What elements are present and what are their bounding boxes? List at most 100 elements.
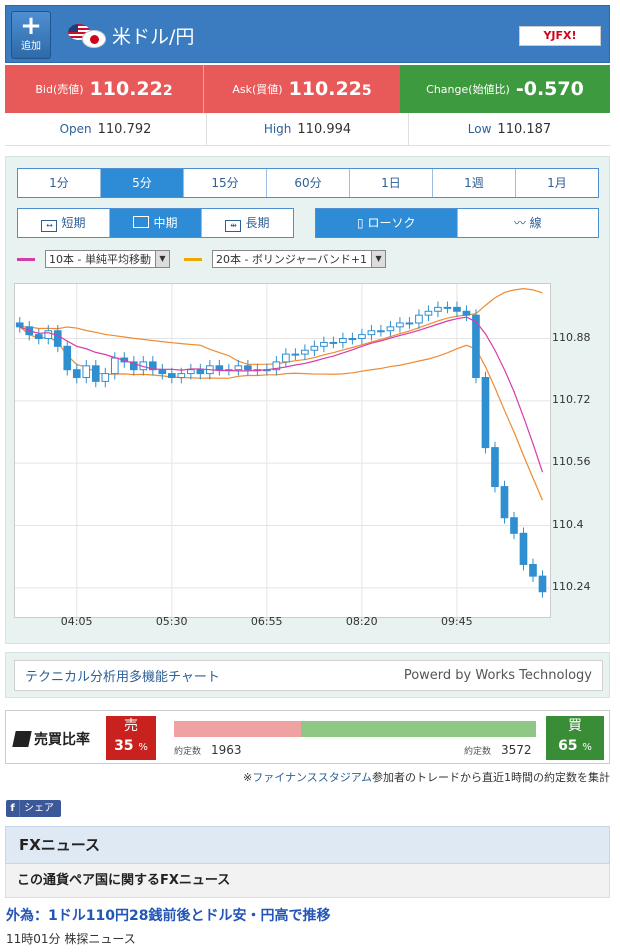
change-label: Change(始値比)	[426, 83, 510, 96]
candle-body	[443, 306, 452, 309]
indicator-row: 10本 - 単純平均移動 ▼ 20本 - ボリンジャーバンド+1 ▼	[17, 249, 387, 269]
tab-mid-range[interactable]: 中期	[110, 209, 202, 237]
candle-body	[301, 349, 309, 355]
tab-60min[interactable]: 60分	[267, 169, 350, 197]
candle-body	[329, 341, 338, 344]
y-tick-label: 110.72	[552, 392, 591, 406]
tech-chart-box: テクニカル分析用多機能チャート Powerd by Works Technolo…	[5, 652, 610, 698]
candle-body	[367, 330, 376, 336]
tech-chart-link[interactable]: テクニカル分析用多機能チャート	[25, 666, 220, 685]
tab-5min[interactable]: 5分	[101, 169, 184, 197]
candle-body	[91, 365, 100, 382]
open-label: Open	[59, 122, 92, 136]
timeframe-tabs: 1分 5分 15分 60分 1日 1週 1月	[17, 168, 599, 198]
price-chart[interactable]	[14, 283, 551, 618]
candle-body	[310, 345, 319, 351]
facebook-share-button[interactable]: f シェア	[6, 800, 61, 817]
bid-cell[interactable]: Bid(売値) 110.222	[5, 65, 203, 113]
add-button[interactable]: + 追加	[11, 11, 51, 59]
add-label: 追加	[21, 41, 41, 52]
tab-short-range[interactable]: ↔ 短期	[18, 209, 110, 237]
change-cell: Change(始値比) -0.570	[400, 65, 610, 113]
ma-indicator-select[interactable]: 10本 - 単純平均移動 ▼	[45, 250, 170, 268]
candle-body	[386, 326, 395, 332]
finance-stadium-link[interactable]: ファイナンススタジアム	[252, 771, 372, 784]
x-tick-label: 09:45	[440, 615, 473, 628]
buy-box: 買 65 %	[546, 716, 604, 760]
long-range-icon: ⇹	[225, 220, 242, 232]
candle-body	[34, 334, 43, 340]
candle-body	[53, 330, 62, 347]
candle-body	[244, 365, 252, 371]
candlestick-icon: ▯	[357, 216, 368, 230]
ratio-bar	[174, 721, 536, 737]
candle-body	[215, 365, 224, 371]
change-value: -0.570	[515, 78, 584, 100]
x-tick-label: 06:55	[250, 615, 283, 628]
news-subheading: この通貨ペア国に関するFXニュース	[5, 864, 610, 898]
line-chart-icon: 〰	[513, 216, 530, 230]
candle-body	[110, 357, 119, 375]
candle-body	[72, 369, 81, 378]
tab-line[interactable]: 〰 線	[458, 209, 599, 237]
bid-label: Bid(売値)	[35, 83, 84, 96]
tab-1week[interactable]: 1週	[433, 169, 516, 197]
x-tick-label: 05:30	[155, 615, 188, 628]
short-range-icon: ↔	[41, 220, 58, 232]
header-bar: + 追加 米ドル/円 YJFX!	[5, 5, 610, 63]
candle-body	[377, 330, 385, 333]
y-tick-label: 110.88	[552, 330, 591, 344]
quote-row: Bid(売値) 110.222 Ask(買値) 110.225 Change(始…	[5, 65, 610, 113]
ask-cell[interactable]: Ask(買値) 110.225	[203, 65, 400, 113]
currency-flags-icon	[68, 24, 108, 50]
tab-candlestick[interactable]: ▯ ローソク	[316, 209, 458, 237]
candle-body	[358, 334, 366, 340]
news-item-title[interactable]: 外為：1ドル110円28銭前後とドル安・円高で推移	[6, 905, 330, 925]
open-value: 110.792	[97, 121, 152, 137]
high-label: High	[263, 122, 292, 136]
chevron-down-icon: ▼	[154, 251, 169, 267]
range-tabs: ↔ 短期 中期 ⇹ 長期	[17, 208, 294, 238]
chart-panel: 1分 5分 15分 60分 1日 1週 1月 ↔ 短期 中期 ⇹ 長期 ▯ ローソク…	[5, 156, 610, 644]
trade-ratio-box: 売買比率 売 35 % 約定数 1963 約定数 3572 買 65 %	[5, 710, 610, 764]
tab-1day[interactable]: 1日	[350, 169, 433, 197]
buy-count: 約定数 3572	[464, 743, 532, 757]
candle-body	[101, 373, 110, 382]
candle-body	[529, 563, 537, 577]
tech-chart-bar: テクニカル分析用多機能チャート Powerd by Works Technolo…	[14, 660, 603, 691]
ratio-bar-sell	[174, 721, 301, 737]
jp-flag-icon	[82, 30, 106, 48]
open-cell: Open 110.792	[5, 113, 207, 145]
ohl-row: Open 110.792 High 110.994 Low 110.187	[5, 113, 610, 146]
bollinger-indicator-select[interactable]: 20本 - ボリンジャーバンド+1 ▼	[211, 250, 387, 268]
candle-body	[491, 447, 499, 488]
tech-credit: Powerd by Works Technology	[403, 668, 592, 683]
candle-body	[424, 310, 433, 316]
candle-body	[167, 373, 176, 378]
tab-1month[interactable]: 1月	[516, 169, 598, 197]
candle-body	[282, 353, 290, 363]
sell-pct: 35 %	[114, 738, 148, 754]
ask-value: 110.225	[288, 78, 372, 100]
tab-long-range[interactable]: ⇹ 長期	[202, 209, 293, 237]
candle-body	[348, 338, 357, 341]
low-cell: Low 110.187	[409, 113, 610, 145]
low-label: Low	[467, 122, 492, 136]
tab-1min[interactable]: 1分	[18, 169, 101, 197]
yjfx-logo[interactable]: YJFX!	[519, 26, 601, 46]
candle-body	[405, 322, 414, 325]
plus-icon: +	[20, 11, 42, 41]
y-tick-label: 110.24	[552, 579, 591, 593]
candle-body	[44, 330, 53, 340]
candle-body	[500, 486, 509, 519]
moving-average-line	[19, 316, 544, 473]
page-title: 米ドル/円	[112, 26, 195, 48]
candle-body	[538, 575, 547, 593]
facebook-icon: f	[6, 800, 20, 817]
bid-value: 110.222	[89, 78, 173, 100]
candle-body	[320, 341, 328, 347]
candle-body	[63, 345, 72, 371]
sell-box: 売 35 %	[106, 716, 156, 760]
tab-15min[interactable]: 15分	[184, 169, 267, 197]
mid-range-icon	[133, 216, 150, 228]
